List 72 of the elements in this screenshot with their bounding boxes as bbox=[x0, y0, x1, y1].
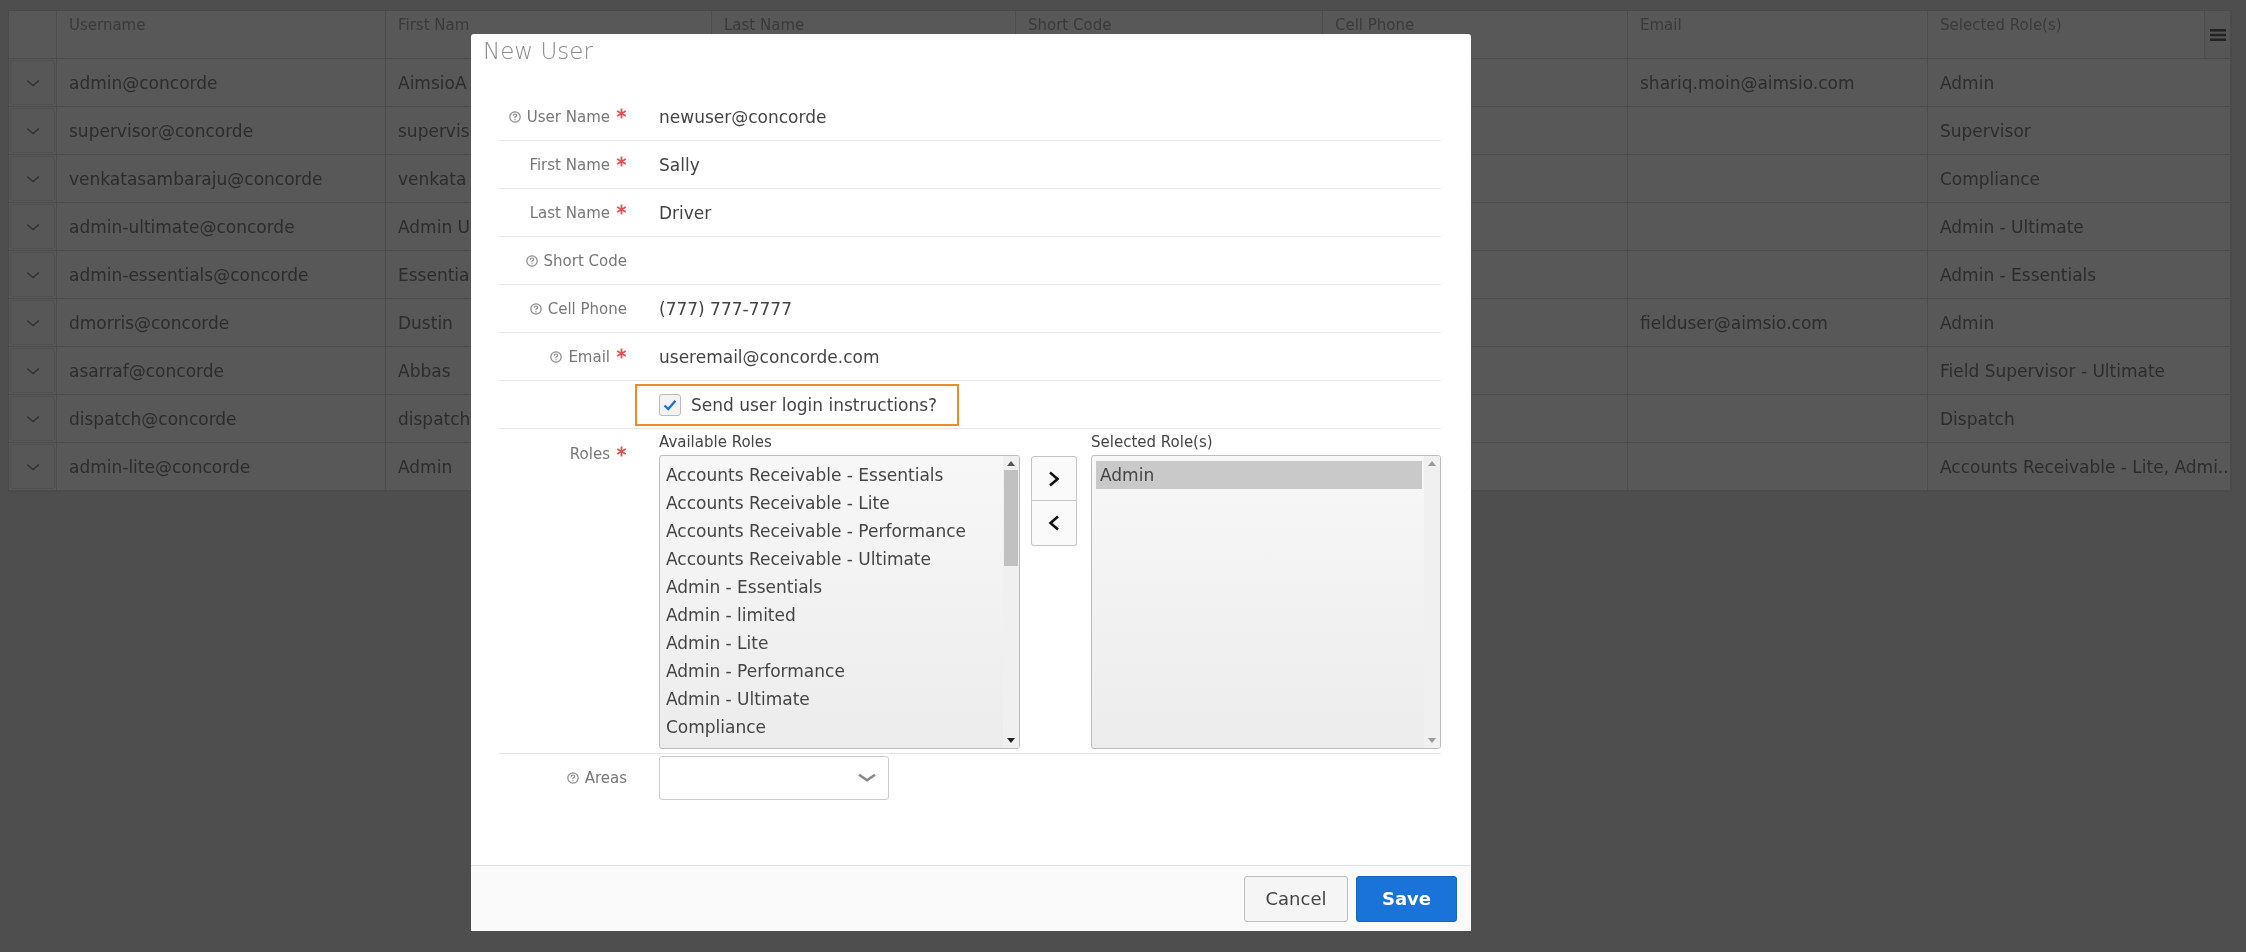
list-option[interactable]: Admin - limited bbox=[666, 601, 1003, 629]
required-icon bbox=[616, 348, 627, 359]
list-option[interactable]: Admin - Ultimate bbox=[666, 685, 1003, 713]
scrollbar[interactable] bbox=[1003, 456, 1019, 748]
role-list[interactable]: Admin bbox=[1091, 455, 1441, 749]
save-button[interactable]: Save bbox=[1356, 875, 1457, 922]
field-label: User Name bbox=[526, 107, 610, 126]
expand-row-button[interactable] bbox=[10, 348, 55, 393]
field-label: Short Code bbox=[543, 251, 627, 270]
chevron-down-icon bbox=[25, 365, 40, 376]
chevron-down-icon bbox=[25, 461, 40, 472]
chevron-down-icon bbox=[25, 413, 40, 424]
input-field[interactable]: Driver bbox=[659, 192, 1441, 233]
expand-row-button[interactable] bbox=[10, 108, 55, 153]
field-label: Roles bbox=[569, 445, 610, 463]
remove-role-button[interactable] bbox=[1031, 501, 1077, 546]
add-role-button[interactable] bbox=[1031, 456, 1077, 501]
cancel-button[interactable]: Cancel bbox=[1244, 875, 1348, 922]
field-label: Cell Phone bbox=[547, 299, 627, 318]
expand-row-button[interactable] bbox=[10, 300, 55, 345]
chevron-right-icon bbox=[1048, 470, 1060, 487]
chevron-down-icon bbox=[858, 772, 876, 783]
required-icon bbox=[616, 156, 627, 167]
expand-row-button[interactable] bbox=[10, 252, 55, 297]
chevron-down-icon bbox=[25, 125, 40, 136]
field-label: Areas bbox=[584, 768, 627, 787]
list-option[interactable]: Admin - Lite bbox=[666, 629, 1003, 657]
list-option[interactable]: Compliance bbox=[666, 713, 1003, 741]
chevron-down-icon bbox=[25, 269, 40, 280]
checkmark-icon bbox=[663, 398, 677, 411]
help-icon bbox=[566, 771, 579, 784]
input-field[interactable]: newuser@concorde bbox=[659, 96, 1441, 137]
expand-row-button[interactable] bbox=[10, 396, 55, 441]
expand-row-button[interactable] bbox=[10, 60, 55, 105]
field-label: Email bbox=[568, 347, 610, 366]
list-option[interactable]: Accounts Receivable - Performance bbox=[666, 517, 1003, 545]
chevron-down-icon bbox=[25, 317, 40, 328]
list-heading: Selected Role(s) bbox=[1091, 433, 1214, 451]
input-field[interactable]: useremail@concorde.com bbox=[659, 336, 1441, 377]
expand-row-button[interactable] bbox=[10, 444, 55, 489]
chevron-down-icon bbox=[25, 77, 40, 88]
list-heading: Available Roles bbox=[659, 433, 773, 451]
areas-dropdown[interactable] bbox=[659, 755, 889, 800]
list-option[interactable]: Accounts Receivable - Essentials bbox=[666, 461, 1003, 489]
role-list[interactable] bbox=[659, 455, 1020, 749]
expand-row-button[interactable] bbox=[10, 156, 55, 201]
help-icon bbox=[508, 110, 521, 123]
expand-row-button[interactable] bbox=[10, 204, 55, 249]
checkbox[interactable] bbox=[659, 393, 681, 416]
scrollbar-thumb[interactable] bbox=[1004, 470, 1018, 566]
dialog-title: New User bbox=[483, 38, 593, 64]
chevron-down-icon bbox=[25, 221, 40, 232]
chevron-down-icon bbox=[25, 173, 40, 184]
help-icon bbox=[529, 302, 542, 315]
scrollbar[interactable] bbox=[1424, 456, 1440, 748]
field-label: First Name bbox=[529, 155, 610, 174]
menu-icon bbox=[2209, 27, 2226, 42]
list-option[interactable]: Admin - Performance bbox=[666, 657, 1003, 685]
input-field[interactable]: Sally bbox=[659, 144, 1441, 185]
required-icon bbox=[616, 204, 627, 215]
help-icon bbox=[550, 350, 563, 363]
chevron-left-icon bbox=[1048, 515, 1060, 531]
field-label: Last Name bbox=[529, 203, 610, 222]
required-icon bbox=[616, 108, 627, 119]
checkbox-option[interactable]: Send user login instructions? bbox=[635, 383, 960, 426]
list-option[interactable]: Admin - Essentials bbox=[666, 573, 1003, 601]
list-option[interactable]: Accounts Receivable - Ultimate bbox=[666, 545, 1003, 573]
list-option[interactable]: Admin bbox=[1096, 461, 1422, 489]
input-field[interactable]: (777) 777-7777 bbox=[659, 288, 1441, 329]
list-option[interactable]: Accounts Receivable - Lite bbox=[666, 489, 1003, 517]
required-icon bbox=[616, 445, 627, 457]
help-icon bbox=[525, 254, 538, 267]
